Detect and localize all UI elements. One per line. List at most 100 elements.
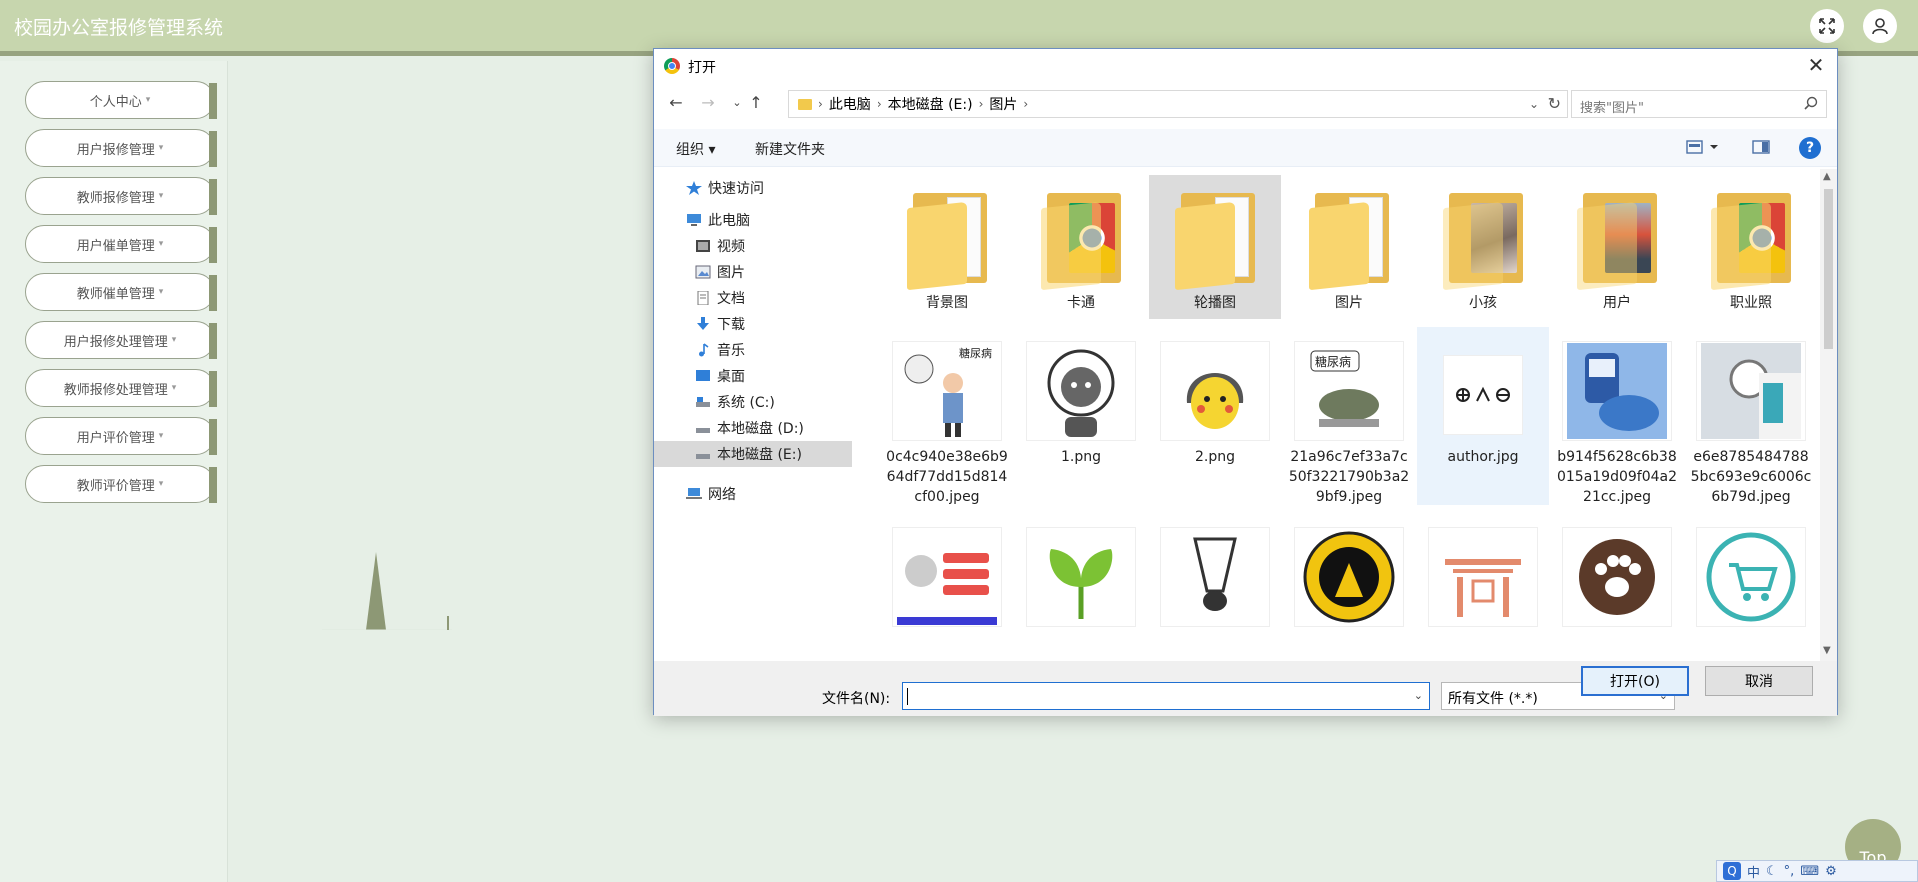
file-item[interactable]: 背景图	[881, 175, 1013, 319]
app-title: 校园办公室报修管理系统	[14, 17, 224, 39]
help-icon[interactable]: ?	[1799, 137, 1821, 159]
nav-quick-access[interactable]: 快速访问	[654, 175, 852, 201]
sidebar-item-teacher-reminder[interactable]: 教师催单管理 ▾	[25, 273, 217, 311]
punctuation-icon[interactable]: °,	[1784, 864, 1795, 879]
breadcrumb-pictures[interactable]: 图片	[989, 94, 1017, 114]
nav-downloads[interactable]: 下载	[654, 311, 852, 337]
dialog-toolbar: 组织 ▾ 新建文件夹 ?	[654, 129, 1837, 167]
sidebar-item-user-repair-handling[interactable]: 用户报修处理管理 ▾	[25, 321, 217, 359]
vertical-scrollbar[interactable]: ▲ ▼	[1820, 169, 1837, 661]
breadcrumb-drive-e[interactable]: 本地磁盘 (E:)	[888, 94, 973, 114]
ime-mode[interactable]: 中	[1747, 862, 1760, 881]
breadcrumb-this-pc[interactable]: 此电脑	[829, 94, 871, 114]
file-item[interactable]: e6e87854847885bc693e9c6006c6b79d.jpeg	[1685, 327, 1814, 505]
chevron-down-icon[interactable]: ⌄	[1529, 97, 1539, 111]
navigation-pane: 快速访问 此电脑 视频 图片 文档 下载 音乐 桌面 系统 (C:) 本地磁盘 …	[654, 169, 852, 661]
nav-documents[interactable]: 文档	[654, 285, 852, 311]
image-thumbnail	[1443, 355, 1523, 435]
view-mode-icon[interactable]	[1686, 138, 1722, 156]
nav-music[interactable]: 音乐	[654, 337, 852, 363]
file-item[interactable]	[1685, 513, 1814, 661]
file-item[interactable]: 1.png	[1015, 327, 1147, 505]
file-item[interactable]: author.jpg	[1417, 327, 1549, 505]
scroll-down-icon[interactable]: ▼	[1823, 645, 1831, 656]
forward-arrow-icon[interactable]: →	[696, 91, 720, 115]
file-name-label: 文件名(N):	[822, 691, 891, 707]
file-item[interactable]: 糖尿病 21a96c7ef33a7c50f3221790b3a29bf9.jpe…	[1283, 327, 1415, 505]
cancel-button[interactable]: 取消	[1705, 666, 1813, 696]
folder-icon	[1711, 189, 1791, 291]
file-item[interactable]: 轮播图	[1149, 175, 1281, 319]
file-item[interactable]	[1283, 513, 1415, 661]
chevron-down-icon: ▾	[158, 431, 164, 441]
address-bar[interactable]: › 此电脑 › 本地磁盘 (E:) › 图片 › ⌄ ↻	[788, 90, 1568, 118]
sidebar-item-teacher-review[interactable]: 教师评价管理 ▾	[25, 465, 217, 503]
sidebar-item-user-reminder[interactable]: 用户催单管理 ▾	[25, 225, 217, 263]
sidebar-item-user-review[interactable]: 用户评价管理 ▾	[25, 417, 217, 455]
folder-icon	[798, 98, 812, 110]
chevron-down-icon: ▾	[158, 143, 164, 153]
file-item[interactable]	[881, 513, 1013, 661]
sidebar-item-teacher-repair[interactable]: 教师报修管理 ▾	[25, 177, 217, 215]
moon-icon[interactable]: ☾	[1766, 864, 1778, 879]
refresh-icon[interactable]: ↻	[1548, 94, 1561, 113]
search-input[interactable]: 搜索"图片"	[1571, 90, 1827, 118]
file-item[interactable]: 2.png	[1149, 327, 1281, 505]
close-icon[interactable]: ✕	[1803, 53, 1829, 77]
file-item[interactable]: 糖尿病 0c4c940e38e6b964df77dd15d814cf00.jpe…	[881, 327, 1013, 505]
file-item[interactable]: 职业照	[1685, 175, 1814, 319]
chevron-down-icon: ▾	[158, 479, 164, 489]
video-icon	[696, 240, 710, 252]
file-item[interactable]	[1551, 513, 1683, 661]
file-item[interactable]: b914f5628c6b38015a19d09f04a221cc.jpeg	[1551, 327, 1683, 505]
nav-network[interactable]: 网络	[654, 481, 852, 507]
up-arrow-icon[interactable]: ↑	[744, 91, 768, 115]
file-item[interactable]	[1149, 513, 1281, 661]
file-name-field[interactable]: ⌄	[902, 682, 1430, 710]
nav-drive-d[interactable]: 本地磁盘 (D:)	[654, 415, 852, 441]
user-icon[interactable]	[1863, 9, 1897, 43]
chevron-down-icon[interactable]: ⌄	[1414, 689, 1423, 702]
nav-pictures[interactable]: 图片	[654, 259, 852, 285]
sidebar-item-profile[interactable]: 个人中心 ▾	[25, 81, 217, 119]
drive-icon	[696, 454, 710, 459]
file-item[interactable]: 用户	[1551, 175, 1683, 319]
folder-icon	[1577, 189, 1657, 291]
ime-toolbar[interactable]: Q 中 ☾ °, ⌨ ⚙	[1716, 860, 1918, 882]
back-arrow-icon[interactable]: ←	[664, 91, 688, 115]
preview-pane-icon[interactable]	[1752, 138, 1770, 156]
settings-icon[interactable]: ⚙	[1825, 864, 1837, 879]
keyboard-icon[interactable]: ⌨	[1800, 864, 1819, 879]
image-thumbnail	[1562, 527, 1672, 627]
nav-videos[interactable]: 视频	[654, 233, 852, 259]
scroll-up-icon[interactable]: ▲	[1823, 171, 1831, 182]
star-icon	[686, 181, 702, 195]
chevron-down-icon: ▾	[171, 383, 177, 393]
file-item[interactable]: 卡通	[1015, 175, 1147, 319]
organize-button[interactable]: 组织 ▾	[676, 139, 715, 159]
file-item[interactable]	[1417, 513, 1549, 661]
drive-icon	[696, 428, 710, 433]
svg-text:糖尿病: 糖尿病	[959, 346, 992, 360]
file-item[interactable]	[1015, 513, 1147, 661]
drive-icon	[696, 397, 710, 407]
scrollbar-thumb[interactable]	[1824, 189, 1833, 349]
nav-this-pc[interactable]: 此电脑	[654, 207, 852, 233]
nav-desktop[interactable]: 桌面	[654, 363, 852, 389]
nav-drive-c[interactable]: 系统 (C:)	[654, 389, 852, 415]
nav-drive-e[interactable]: 本地磁盘 (E:)	[654, 441, 852, 467]
new-folder-button[interactable]: 新建文件夹	[755, 139, 825, 159]
sidebar-item-user-repair[interactable]: 用户报修管理 ▾	[25, 129, 217, 167]
sidebar-item-teacher-repair-handling[interactable]: 教师报修处理管理 ▾	[25, 369, 217, 407]
fullscreen-icon[interactable]	[1810, 9, 1844, 43]
chevron-down-icon: ▾	[158, 287, 164, 297]
file-item[interactable]: 图片	[1283, 175, 1415, 319]
image-thumbnail: 糖尿病	[892, 341, 1002, 441]
open-button[interactable]: 打开(O)	[1581, 666, 1689, 696]
ime-logo-icon: Q	[1723, 862, 1741, 880]
file-item[interactable]: 小孩	[1417, 175, 1549, 319]
file-list: 背景图 卡通 轮播图 图片 小孩 用户 职业照 糖尿病 0c4c940e38e6…	[864, 169, 1814, 661]
image-thumbnail	[1294, 527, 1404, 627]
image-icon	[695, 265, 711, 279]
sidebar: 个人中心 ▾ 用户报修管理 ▾ 教师报修管理 ▾ 用户催单管理 ▾ 教师催单管理 ▾ 用户…	[0, 61, 228, 882]
